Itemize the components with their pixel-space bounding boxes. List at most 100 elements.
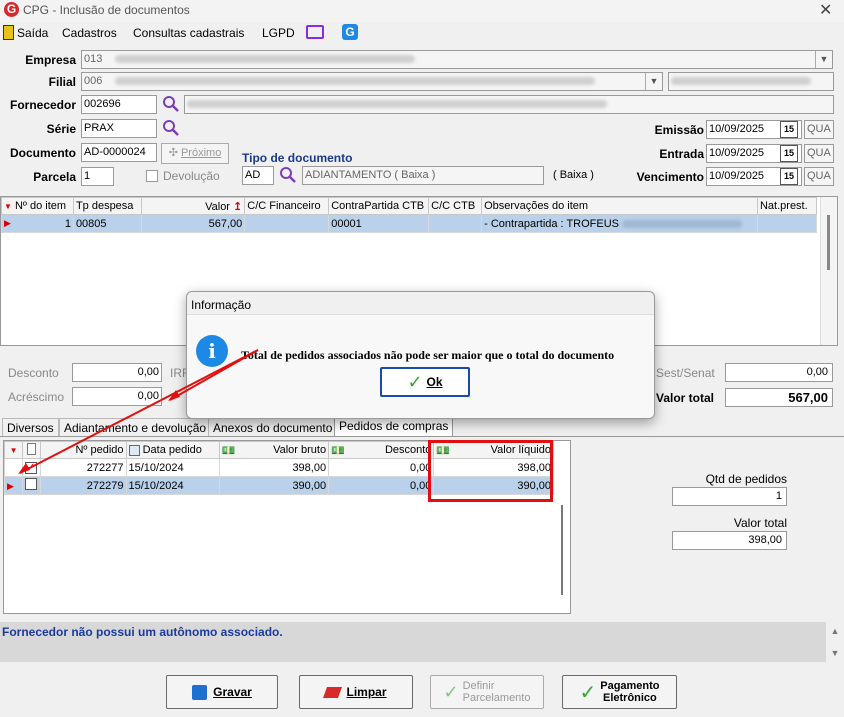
table-row[interactable]: ▶ 1 00805 567,00 00001 - Contrapartida : … <box>1 214 818 233</box>
g-app-icon[interactable]: G <box>342 24 358 40</box>
pedidos-scrollbar[interactable] <box>561 505 563 595</box>
cell-data: 15/10/2024 <box>125 458 220 477</box>
pagamento-eletronico-button[interactable]: ✓ Pagamento Eletrônico <box>562 675 677 709</box>
items-header-nat[interactable]: Nat.prest. <box>756 197 818 215</box>
check-icon: ✓ <box>443 681 459 702</box>
menu-consultas[interactable]: Consultas cadastrais <box>133 26 244 40</box>
gravar-label: Gravar <box>213 685 252 699</box>
cell-bruto: 398,00 <box>218 458 330 477</box>
money-icon: 💵 <box>331 444 345 457</box>
filial-dropdown-icon[interactable]: ▼ <box>645 73 662 90</box>
qtd-pedidos-label: Qtd de pedidos <box>705 472 787 486</box>
documento-field[interactable]: AD-0000024 <box>81 143 157 162</box>
tipo-documento-search-icon[interactable] <box>279 166 297 184</box>
gravar-button[interactable]: Gravar <box>166 675 278 709</box>
tipo-documento-code[interactable]: AD <box>242 166 274 185</box>
limpar-label: Limpar <box>346 685 387 699</box>
qtd-pedidos-field: 1 <box>672 487 787 506</box>
pedidos-header-data[interactable]: Data pedido <box>125 441 220 459</box>
sort-icon: ↥ <box>233 200 243 213</box>
emissao-calendar-icon[interactable]: 15 <box>780 121 798 138</box>
vencimento-calendar-icon[interactable]: 15 <box>780 168 798 185</box>
pedidos-header-doc <box>22 441 42 459</box>
pedidos-header-desconto[interactable]: 💵 Desconto <box>328 441 435 459</box>
document-icon <box>27 442 37 455</box>
title-bar: G CPG - Inclusão de documentos ✕ <box>0 0 844 22</box>
items-header-num[interactable]: ▼ Nº do item <box>1 197 74 215</box>
cell-desconto: 0,00 <box>328 476 435 495</box>
tab-anexos[interactable]: Anexos do documento <box>208 418 338 436</box>
save-icon <box>192 684 208 700</box>
filial-label: Filial <box>48 75 76 89</box>
fornecedor-field[interactable]: 002696 <box>81 95 157 114</box>
dialog-message: Total de pedidos associados não pode ser… <box>241 348 615 362</box>
filial-field[interactable]: 006 <box>81 72 663 91</box>
cell-nat <box>756 214 818 233</box>
monitor-icon[interactable] <box>306 25 324 39</box>
fornecedor-label: Fornecedor <box>9 98 76 112</box>
highlight-box <box>428 440 553 502</box>
empresa-dropdown-icon[interactable]: ▼ <box>815 51 832 68</box>
serie-search-icon[interactable] <box>162 119 180 137</box>
desconto-field[interactable]: 0,00 <box>72 363 162 382</box>
items-header-ccf[interactable]: C/C Financeiro <box>244 197 330 215</box>
close-icon[interactable]: ✕ <box>819 0 832 20</box>
pagamento-label: Pagamento <box>600 680 660 692</box>
menu-saida[interactable]: Saída <box>17 26 48 40</box>
cell-num: 1 <box>64 217 71 230</box>
cell-desconto: 0,00 <box>328 458 435 477</box>
pedido-checkbox-checked[interactable]: ✓ <box>22 458 42 477</box>
items-scrollbar[interactable] <box>820 197 837 345</box>
dialog-title: Informação <box>191 298 252 312</box>
pedidos-header-sort[interactable]: ▼ <box>3 441 24 459</box>
devolucao-label: Devolução <box>163 169 220 183</box>
row-indicator-icon: ▶ <box>7 480 14 491</box>
menu-lgpd[interactable]: LGPD <box>262 26 295 40</box>
limpar-button[interactable]: Limpar <box>299 675 413 709</box>
items-header-contra[interactable]: ContraPartida CTB <box>328 197 430 215</box>
pedido-checkbox-unchecked[interactable] <box>22 476 42 495</box>
menu-cadastros[interactable]: Cadastros <box>62 26 117 40</box>
exit-door-icon[interactable] <box>3 25 14 40</box>
info-icon: i <box>196 335 228 367</box>
tipo-documento-extra: ( Baixa ) <box>553 169 594 181</box>
cell-contra: 00001 <box>328 214 430 233</box>
cell-bruto: 390,00 <box>218 476 330 495</box>
valor-total-field: 567,00 <box>725 388 833 407</box>
ok-label: Ok <box>426 375 443 389</box>
entrada-label: Entrada <box>659 147 704 161</box>
items-header-tp[interactable]: Tp despesa <box>72 197 142 215</box>
cell-pedido: 272277 <box>40 458 127 477</box>
pedidos-header-bruto[interactable]: 💵 Valor bruto <box>218 441 330 459</box>
cell-valor: 567,00 <box>140 214 246 233</box>
status-scrollbar[interactable]: ▲ ▼ <box>826 622 844 662</box>
empresa-field[interactable]: 013 <box>81 50 833 69</box>
parcela-field[interactable]: 1 <box>81 167 114 186</box>
status-message: Fornecedor não possui um autônomo associ… <box>2 625 283 639</box>
devolucao-checkbox[interactable] <box>146 170 158 182</box>
sest-field[interactable]: 0,00 <box>725 363 833 382</box>
serie-field[interactable]: PRAX <box>81 119 157 138</box>
summary-total-label: Valor total <box>733 516 787 530</box>
fornecedor-search-icon[interactable] <box>162 95 180 113</box>
sort-arrow-icon: ▼ <box>4 202 12 211</box>
valor-total-label: Valor total <box>656 391 715 405</box>
items-header-ccctb[interactable]: C/C CTB <box>428 197 483 215</box>
parcelamento-label: Parcelamento <box>462 692 531 704</box>
tab-adiantamento[interactable]: Adiantamento e devolução <box>59 418 212 436</box>
money-icon: 💵 <box>221 444 236 457</box>
tab-pedidos[interactable]: Pedidos de compras <box>334 416 454 437</box>
proximo-button[interactable]: ✣ Próximo <box>161 143 229 164</box>
items-header-obs[interactable]: Observações do item <box>481 197 758 215</box>
entrada-calendar-icon[interactable]: 15 <box>780 145 798 162</box>
window-title: CPG - Inclusão de documentos <box>23 3 190 17</box>
items-header-valor[interactable]: Valor ↥ <box>140 197 246 215</box>
entrada-day: QUA <box>804 144 834 163</box>
acrescimo-field[interactable]: 0,00 <box>72 387 162 406</box>
tab-diversos[interactable]: Diversos <box>2 418 59 436</box>
ok-button[interactable]: ✓ Ok <box>380 367 470 397</box>
cell-data: 15/10/2024 <box>125 476 220 495</box>
eraser-icon <box>323 686 343 698</box>
pedidos-header-pedido[interactable]: Nº pedido <box>40 441 127 459</box>
definir-parcelamento-button[interactable]: ✓ Definir Parcelamento <box>430 675 544 709</box>
